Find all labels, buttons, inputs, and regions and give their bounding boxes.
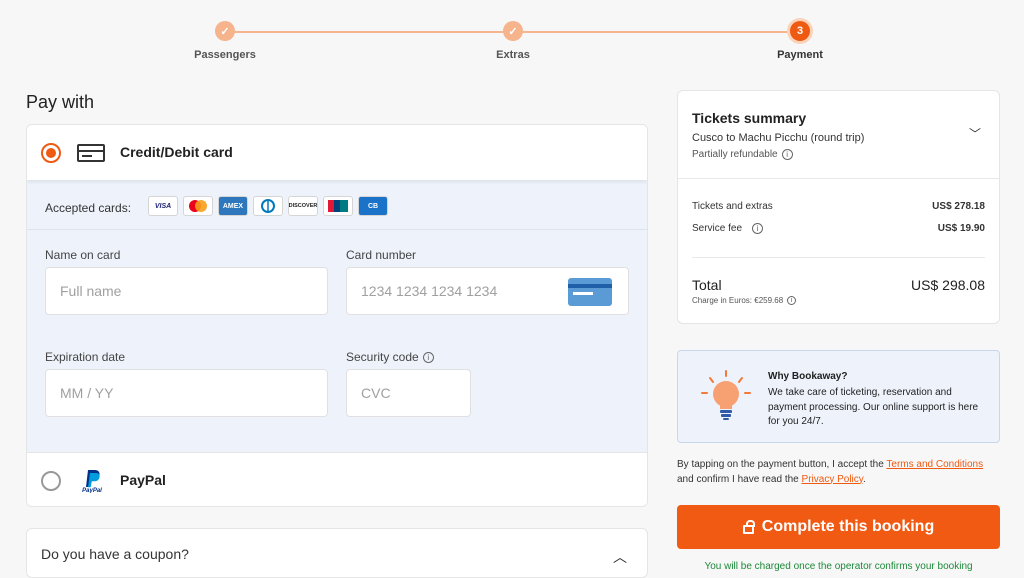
chevron-down-icon[interactable]: ﹀ xyxy=(969,125,981,142)
card-number-wrapper xyxy=(346,267,629,317)
payment-methods-panel: Credit/Debit card Accepted cards: VISA A… xyxy=(26,124,648,507)
total-label: Total xyxy=(692,277,722,293)
cb-icon: CB xyxy=(358,196,388,216)
page-title: Pay with xyxy=(26,92,95,112)
discover-icon: DISCOVER xyxy=(288,196,318,216)
card-radio[interactable] xyxy=(41,143,61,163)
diners-icon xyxy=(253,196,283,216)
coupon-toggle[interactable]: Do you have a coupon? ︿ xyxy=(26,528,648,578)
lock-icon xyxy=(742,519,755,534)
card-number-label: Card number xyxy=(346,248,417,262)
mastercard-icon xyxy=(183,196,213,216)
charge-euros-text: Charge in Euros: €259.68 xyxy=(692,296,784,305)
step-payment: 3 Payment xyxy=(740,21,860,61)
chevron-up-icon: ︿ xyxy=(613,549,627,565)
security-code-text: Security code xyxy=(346,350,419,364)
card-form: Accepted cards: VISA AMEX DISCOVER CB Na… xyxy=(27,180,647,452)
step-number: 3 xyxy=(790,21,810,41)
terms-prefix: By tapping on the payment button, I acce… xyxy=(677,459,887,470)
card-icon xyxy=(568,278,612,306)
total-value: US$ 298.08 xyxy=(911,277,985,293)
expiry-label: Expiration date xyxy=(45,350,126,364)
paypal-icon: PayPal xyxy=(79,467,105,494)
privacy-link[interactable]: Privacy Policy xyxy=(802,474,864,485)
why-title: Why Bookaway? xyxy=(768,371,848,382)
terms-text: By tapping on the payment button, I acce… xyxy=(677,458,1000,487)
refund-text: Partially refundable xyxy=(692,149,778,161)
terms-suffix: . xyxy=(863,473,866,485)
expiry-input[interactable] xyxy=(45,369,328,417)
step-label: Extras xyxy=(496,49,530,61)
refund-policy: Partially refundable i xyxy=(692,149,793,160)
paypal-label: PayPal xyxy=(120,472,166,488)
coupon-label: Do you have a coupon? xyxy=(41,546,189,562)
card-option-label: Credit/Debit card xyxy=(120,144,233,160)
info-icon[interactable]: i xyxy=(781,149,793,160)
lightbulb-icon xyxy=(698,369,751,425)
terms-middle: and confirm I have read the xyxy=(677,473,802,485)
fee-label: Service fee xyxy=(692,223,743,235)
terms-link[interactable]: Terms and Conditions xyxy=(886,459,983,470)
fee-value: US$ 19.90 xyxy=(937,223,985,234)
fee-row: Service fee i US$ 19.90 xyxy=(692,223,985,234)
name-label: Name on card xyxy=(45,248,121,262)
unionpay-icon xyxy=(323,196,353,216)
credit-card-icon xyxy=(77,144,105,162)
step-passengers[interactable]: ✓ Passengers xyxy=(165,21,285,61)
paypal-option[interactable]: PayPal PayPal xyxy=(27,452,647,506)
amex-icon: AMEX xyxy=(218,196,248,216)
tickets-row: Tickets and extras US$ 278.18 xyxy=(692,201,985,212)
step-label: Payment xyxy=(777,49,823,61)
progress-stepper: ✓ Passengers ✓ Extras 3 Payment xyxy=(0,0,1024,80)
summary-title: Tickets summary xyxy=(692,110,807,126)
step-extras[interactable]: ✓ Extras xyxy=(453,21,573,61)
accepted-cards-label: Accepted cards: xyxy=(45,201,132,215)
check-icon: ✓ xyxy=(215,21,235,41)
check-icon: ✓ xyxy=(503,21,523,41)
tickets-summary: Tickets summary Cusco to Machu Picchu (r… xyxy=(677,90,1000,324)
tickets-value: US$ 278.18 xyxy=(932,201,985,212)
why-text: We take care of ticketing, reservation a… xyxy=(768,387,979,427)
summary-route: Cusco to Machu Picchu (round trip) xyxy=(692,132,865,144)
info-icon[interactable]: i xyxy=(752,223,764,234)
cvc-input[interactable] xyxy=(346,369,471,417)
visa-icon: VISA xyxy=(148,196,178,216)
charge-note: You will be charged once the operator co… xyxy=(704,561,973,572)
name-on-card-input[interactable] xyxy=(45,267,328,315)
why-bookaway-card: Why Bookaway? We take care of ticketing,… xyxy=(677,350,1000,443)
charge-euros: Charge in Euros: €259.68 i xyxy=(692,296,797,306)
info-icon[interactable]: i xyxy=(787,296,797,306)
accepted-cards: Accepted cards: VISA AMEX DISCOVER CB xyxy=(27,180,647,230)
paypal-radio[interactable] xyxy=(41,471,61,491)
step-label: Passengers xyxy=(194,49,256,61)
divider xyxy=(692,257,985,258)
info-icon[interactable]: i xyxy=(422,352,434,364)
svg-text:PayPal: PayPal xyxy=(82,488,102,493)
book-button-label: Complete this booking xyxy=(761,518,935,535)
security-code-label: Security code i xyxy=(346,350,434,364)
tickets-label: Tickets and extras xyxy=(692,201,773,212)
divider xyxy=(678,178,999,179)
complete-booking-button[interactable]: Complete this booking xyxy=(677,505,1000,549)
card-option[interactable]: Credit/Debit card xyxy=(27,125,647,180)
